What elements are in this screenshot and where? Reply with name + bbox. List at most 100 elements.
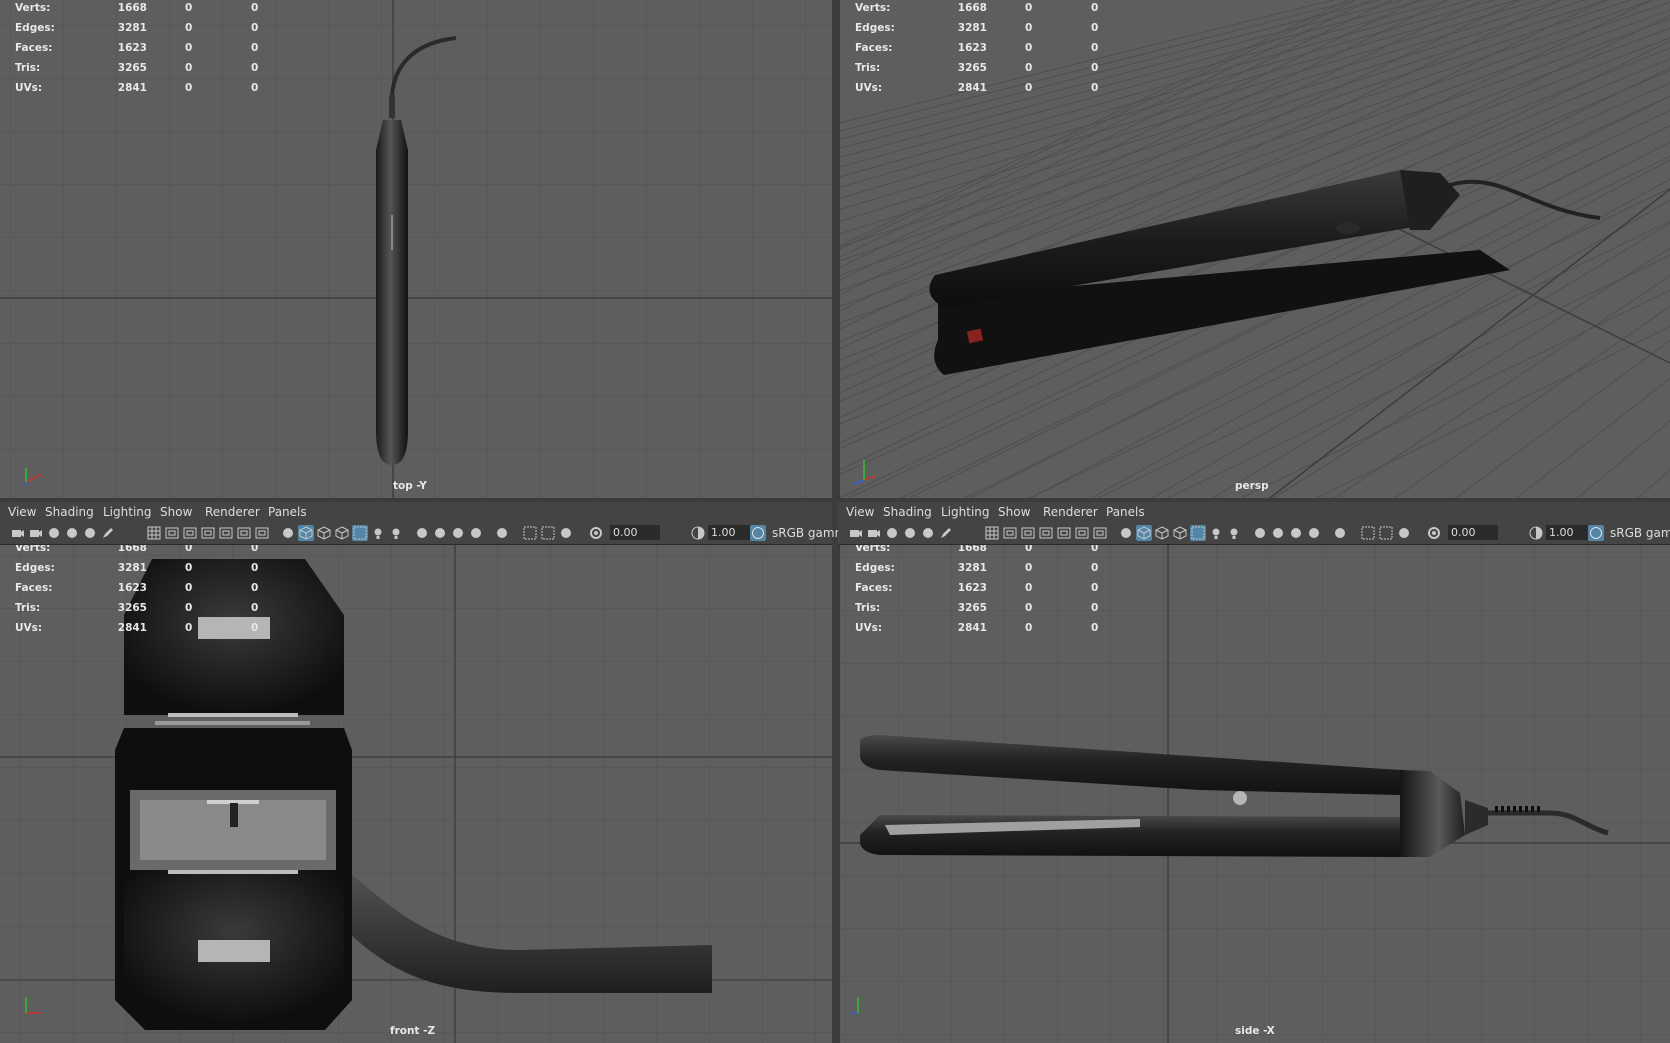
resolution-gate-icon[interactable] [182,525,198,541]
grease-pencil-icon[interactable] [100,525,116,541]
gate-mask-icon[interactable] [200,525,216,541]
menu-shading[interactable]: Shading [45,505,94,519]
aa-icon-glyph [453,528,463,538]
stats-value: 1623 [117,42,147,54]
textured-icon[interactable] [334,525,350,541]
ssao-icon[interactable] [1252,525,1268,541]
gate-mask-icon[interactable] [1038,525,1054,541]
exposure-field[interactable]: 0.00 [610,525,660,540]
bookmark-icon[interactable] [46,525,62,541]
backface-icon[interactable] [1396,525,1412,541]
resolution-gate-icon[interactable] [1020,525,1036,541]
grease-pencil-icon[interactable] [938,525,954,541]
safe-action-icon[interactable] [236,525,252,541]
dof-icon[interactable] [468,525,484,541]
gamma-icon[interactable] [690,525,706,541]
bookmark-icon[interactable] [884,525,900,541]
isolate-select-icon[interactable] [494,525,510,541]
safe-title-icon[interactable] [1092,525,1108,541]
menu-lighting[interactable]: Lighting [941,505,990,519]
color-space-label[interactable]: sRGB gamm [772,526,846,540]
exposure-field[interactable]: 0.00 [1448,525,1498,540]
motion-blur-icon[interactable] [432,525,448,541]
aa-icon[interactable] [450,525,466,541]
exposure-icon[interactable] [1426,525,1442,541]
shadows-icon-glyph [392,528,400,539]
xray-icon[interactable] [352,525,368,541]
isolate-select-icon[interactable] [1332,525,1348,541]
film-gate-icon[interactable] [164,525,180,541]
gamma-field[interactable]: 1.00 [708,525,750,540]
smooth-shade-icon[interactable] [1136,525,1152,541]
film-gate-icon[interactable] [1002,525,1018,541]
2d-pan-icon[interactable] [920,525,936,541]
menu-shading[interactable]: Shading [883,505,932,519]
color-management-glyph [752,527,764,539]
default-material-icon[interactable] [1154,525,1170,541]
gamma-field[interactable]: 1.00 [1546,525,1588,540]
xray-joints-icon[interactable] [1360,525,1376,541]
default-material-icon[interactable] [316,525,332,541]
motion-blur-icon[interactable] [1270,525,1286,541]
film-gate-icon-glyph [165,527,179,539]
shadows-icon[interactable] [388,525,404,541]
menu-renderer[interactable]: Renderer [1043,505,1098,519]
stats-value: 0 [1025,2,1033,14]
field-chart-icon[interactable] [1056,525,1072,541]
xray-active-icon[interactable] [540,525,556,541]
backface-icon[interactable] [558,525,574,541]
stats-value: 2841 [117,82,147,94]
gamma-icon[interactable] [1528,525,1544,541]
image-plane-icon[interactable] [64,525,80,541]
viewport-top[interactable]: Verts: 1668 0 0 Edges: 3281 0 0 Faces: 1623 0 0 Tris… [0,0,832,498]
field-chart-icon[interactable] [218,525,234,541]
shadows-icon[interactable] [1226,525,1242,541]
2d-pan-icon[interactable] [82,525,98,541]
menu-show[interactable]: Show [160,505,192,519]
viewport-persp[interactable]: Verts: 1668 0 0 Edges: 3281 0 0 Faces: 1623 0 0 Tris… [840,0,1670,498]
stats-value: 0 [1025,82,1033,94]
color-management-icon[interactable] [750,525,766,541]
menu-view[interactable]: View [846,505,874,519]
axis-gizmo-top [25,468,43,486]
aa-icon[interactable] [1288,525,1304,541]
wireframe-icon[interactable] [1118,525,1134,541]
camera-icon[interactable] [848,525,864,541]
grid-icon[interactable] [146,525,162,541]
textured-icon[interactable] [1172,525,1188,541]
lights-icon-glyph [374,528,382,539]
menu-panels[interactable]: Panels [268,505,307,519]
resolution-gate-icon-glyph [183,527,197,539]
stats-value: 1668 [957,2,987,14]
safe-title-icon[interactable] [254,525,270,541]
smooth-shade-icon[interactable] [298,525,314,541]
menu-lighting[interactable]: Lighting [103,505,152,519]
xray-icon[interactable] [1190,525,1206,541]
2d-pan-icon-glyph [85,528,95,538]
camera-attr-icon[interactable] [28,525,44,541]
lights-icon[interactable] [370,525,386,541]
stats-value: 0 [185,602,193,614]
xray-joints-icon[interactable] [522,525,538,541]
dof-icon[interactable] [1306,525,1322,541]
menu-view[interactable]: View [8,505,36,519]
lights-icon[interactable] [1208,525,1224,541]
stats-value: 0 [1091,82,1099,94]
safe-action-icon[interactable] [1074,525,1090,541]
viewport-front[interactable]: Verts: 1668 0 0 Edges: 3281 0 0 Faces: 1623 0 0 Tris… [0,545,832,1043]
color-space-label[interactable]: sRGB gamm [1610,526,1670,540]
color-management-icon[interactable] [1588,525,1604,541]
ssao-icon[interactable] [414,525,430,541]
menu-renderer[interactable]: Renderer [205,505,260,519]
camera-icon[interactable] [10,525,26,541]
gate-mask-icon-glyph [201,527,215,539]
xray-active-icon[interactable] [1378,525,1394,541]
menu-panels[interactable]: Panels [1106,505,1145,519]
menu-show[interactable]: Show [998,505,1030,519]
viewport-side[interactable]: Verts: 1668 0 0 Edges: 3281 0 0 Faces: 1623 0 0 Tris… [840,545,1670,1043]
image-plane-icon[interactable] [902,525,918,541]
camera-attr-icon[interactable] [866,525,882,541]
wireframe-icon[interactable] [280,525,296,541]
grid-icon[interactable] [984,525,1000,541]
exposure-icon[interactable] [588,525,604,541]
